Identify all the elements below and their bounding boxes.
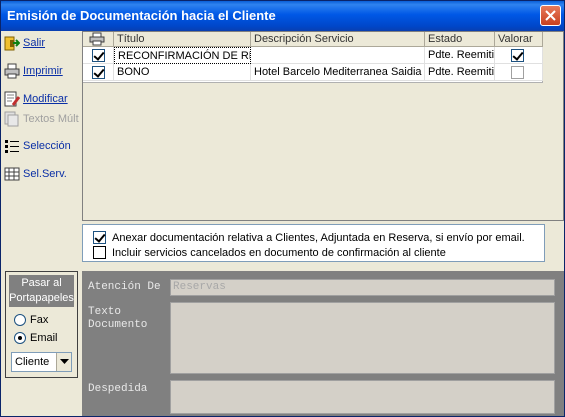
row-valorar-cell xyxy=(495,64,543,81)
valorar-checkbox[interactable] xyxy=(511,49,524,62)
modify-label: Modificar xyxy=(23,93,68,105)
despedida-label: Despedida xyxy=(88,383,148,395)
column-header-valorar[interactable]: Valorar xyxy=(495,32,543,47)
left-toolbar: Salir Imprimir Modificar Textos Múlt Sel… xyxy=(2,31,81,263)
fax-label: Fax xyxy=(30,314,49,326)
modify-button[interactable]: Modificar xyxy=(4,89,68,109)
select-services-button[interactable]: Sel.Serv. xyxy=(4,164,67,184)
column-header-titulo[interactable]: Título xyxy=(114,32,251,47)
valorar-checkbox[interactable] xyxy=(511,66,524,79)
clipboard-panel: Pasar al Portapapeles Fax Email Cliente xyxy=(5,271,78,378)
anexar-checkbox[interactable] xyxy=(93,231,106,244)
clipboard-title[interactable]: Pasar al Portapapeles xyxy=(9,275,74,307)
selection-label: Selección xyxy=(23,140,71,152)
documents-grid: Título Descripción Servicio Estado Valor… xyxy=(83,32,543,83)
row-descripcion-cell[interactable]: Hotel Barcelo Mediterranea Saidia xyxy=(251,64,425,81)
atencion-input[interactable]: Reservas xyxy=(170,279,555,296)
row-descripcion-cell[interactable] xyxy=(251,47,425,64)
texto-label-1: Texto xyxy=(88,306,122,318)
row-valorar-cell xyxy=(495,47,543,64)
select-services-label: Sel.Serv. xyxy=(23,168,67,180)
row-estado-cell[interactable]: Pdte. Reemitir xyxy=(425,64,495,81)
email-label: Email xyxy=(30,332,58,344)
texto-documento-textarea[interactable] xyxy=(170,302,555,374)
multi-text-label: Textos Múlt xyxy=(23,113,79,125)
exit-button[interactable]: Salir xyxy=(4,33,45,53)
incluir-checkbox[interactable] xyxy=(93,246,106,259)
fax-radio[interactable]: Fax xyxy=(14,313,48,327)
close-icon xyxy=(545,10,556,21)
row-titulo-cell[interactable]: BONO xyxy=(114,64,251,81)
column-header-estado[interactable]: Estado xyxy=(425,32,495,47)
incluir-label: Incluir servicios cancelados en document… xyxy=(112,246,446,259)
atencion-label: Atención De xyxy=(88,281,161,293)
multi-text-button[interactable]: Textos Múlt xyxy=(4,109,79,129)
chevron-down-icon xyxy=(59,359,69,364)
print-checkbox[interactable] xyxy=(92,66,105,79)
printer-icon xyxy=(4,63,20,79)
exit-label: Salir xyxy=(23,37,46,49)
anexar-label: Anexar documentación relativa a Clientes… xyxy=(112,231,525,244)
recipient-select[interactable]: Cliente xyxy=(11,352,72,372)
row-titulo-cell[interactable]: RECONFIRMACIÓN DE RESE xyxy=(114,47,251,64)
print-column-header[interactable] xyxy=(83,32,114,47)
row-estado-cell[interactable]: Pdte. Reemitir xyxy=(425,47,495,64)
print-label: Imprimir xyxy=(23,65,63,77)
clipboard-title-line1: Pasar al xyxy=(21,277,62,289)
recipient-select-value: Cliente xyxy=(15,356,50,368)
texto-label-2: Documento xyxy=(88,319,148,331)
fax-radio-dot xyxy=(14,314,26,326)
multi-text-icon xyxy=(4,111,20,127)
document-form-panel: Atención De Reservas Texto Documento Des… xyxy=(82,271,564,416)
window-title: Emisión de Documentación hacia el Client… xyxy=(7,8,276,23)
services-grid-panel: Título Descripción Servicio Estado Valor… xyxy=(82,31,564,221)
anexar-option[interactable]: Anexar documentación relativa a Clientes… xyxy=(93,230,525,245)
email-radio[interactable]: Email xyxy=(14,331,58,345)
despedida-textarea[interactable] xyxy=(170,380,555,414)
email-radio-dot xyxy=(14,332,26,344)
close-button[interactable] xyxy=(540,5,561,26)
print-checkbox[interactable] xyxy=(92,49,105,62)
print-button[interactable]: Imprimir xyxy=(4,61,63,81)
exit-icon xyxy=(4,35,21,51)
table-row xyxy=(83,64,114,81)
options-box: Anexar documentación relativa a Clientes… xyxy=(82,224,545,262)
clipboard-title-line2: Portapapeles xyxy=(9,292,74,304)
column-header-descripcion[interactable]: Descripción Servicio xyxy=(251,32,425,47)
dropdown-button[interactable] xyxy=(56,353,71,371)
selection-list-icon xyxy=(4,138,20,154)
table-row xyxy=(83,47,114,64)
document-emission-window: Emisión de Documentación hacia el Client… xyxy=(0,0,565,417)
edit-icon xyxy=(4,91,21,107)
title-bar: Emisión de Documentación hacia el Client… xyxy=(1,1,564,31)
incluir-option[interactable]: Incluir servicios cancelados en document… xyxy=(93,245,446,260)
services-grid-icon xyxy=(4,166,20,182)
printer-icon xyxy=(89,32,105,46)
selection-button[interactable]: Selección xyxy=(4,136,71,156)
